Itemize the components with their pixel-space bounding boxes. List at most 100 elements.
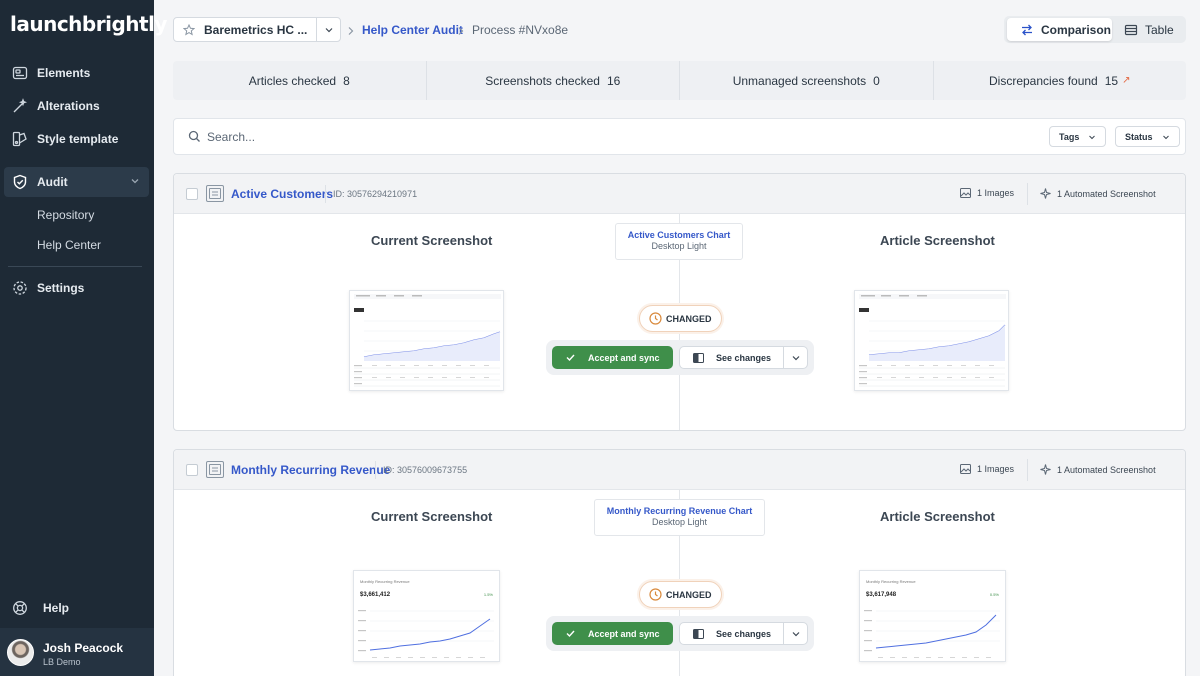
stat-discrepancies-found[interactable]: Discrepancies found 15 ↗	[934, 61, 1187, 100]
stats-bar: Articles checked 8 Screenshots checked 1…	[173, 61, 1186, 100]
status-badge: CHANGED	[639, 305, 722, 332]
article-screenshot-title: Article Screenshot	[880, 233, 995, 248]
clock-icon	[649, 312, 662, 325]
article-screenshot-thumbnail[interactable]: Monthly Recurring Revenue $3,617,948 0.5…	[859, 570, 1006, 662]
article-screenshot-thumbnail[interactable]	[854, 290, 1009, 391]
elements-icon	[11, 64, 29, 82]
sidebar-item-alterations[interactable]: Alterations	[4, 91, 149, 121]
stat-value: 15	[1104, 73, 1119, 88]
user-name: Josh Peacock	[43, 641, 124, 655]
accept-and-sync-button[interactable]: Accept and sync	[552, 622, 673, 645]
see-changes-button[interactable]: See changes	[679, 622, 784, 645]
external-link-icon[interactable]: ↗	[1122, 75, 1130, 86]
accept-label: Accept and sync	[588, 628, 660, 639]
stat-unmanaged-screenshots: Unmanaged screenshots 0	[680, 61, 934, 100]
logo[interactable]: launchbrightly	[10, 12, 167, 36]
current-screenshot-thumbnail[interactable]: Monthly Recurring Revenue $3,661,412 1.5…	[353, 570, 500, 662]
card-header: Monthly Recurring Revenue ID: 3057600967…	[174, 450, 1185, 490]
card-header: Active Customers ID: 30576294210971 1 Im…	[174, 174, 1185, 214]
chart-label: Active Customers Chart Desktop Light	[615, 223, 743, 260]
breadcrumb-current: Process #NVxo8e	[472, 23, 569, 37]
action-group: Accept and sync See changes	[546, 340, 814, 375]
see-changes-dropdown[interactable]	[783, 346, 808, 369]
article-card: Active Customers ID: 30576294210971 1 Im…	[173, 173, 1186, 431]
chevron-down-icon[interactable]	[316, 18, 340, 41]
chevron-down-icon	[1162, 135, 1169, 139]
comparison-view-button[interactable]: Comparison	[1007, 18, 1112, 41]
document-icon	[206, 461, 224, 483]
help-icon	[11, 599, 29, 617]
stat-label: Screenshots checked	[485, 73, 600, 88]
table-label: Table	[1145, 22, 1174, 37]
current-screenshot-thumbnail[interactable]	[349, 290, 504, 391]
check-icon	[566, 354, 575, 362]
style-template-icon	[11, 130, 29, 148]
chart-thumbnail-graphic	[864, 610, 1000, 658]
table-view-button[interactable]: Table	[1116, 18, 1183, 41]
chart-variant: Desktop Light	[651, 241, 707, 251]
status-badge: CHANGED	[639, 581, 722, 608]
breadcrumb-help-center-audit[interactable]: Help Center Audit	[362, 23, 463, 37]
check-icon	[566, 630, 575, 638]
wand-icon	[11, 97, 29, 115]
see-changes-label: See changes	[716, 628, 772, 639]
shield-check-icon	[11, 173, 29, 191]
chevron-down-icon	[792, 631, 799, 636]
stat-articles-checked: Articles checked 8	[173, 61, 427, 100]
sidebar-subitem-repository[interactable]: Repository	[37, 208, 94, 222]
sidebar-divider	[8, 266, 142, 267]
user-menu[interactable]: Josh Peacock LB Demo	[0, 628, 154, 676]
compare-icon	[693, 628, 704, 639]
sparkle-icon	[1040, 188, 1051, 199]
chart-name[interactable]: Monthly Recurring Revenue Chart	[595, 506, 764, 516]
select-checkbox[interactable]	[186, 464, 198, 476]
tags-filter[interactable]: Tags	[1049, 126, 1107, 147]
automated-screenshot-count: 1 Automated Screenshot	[1040, 188, 1156, 199]
article-title-link[interactable]: Active Customers	[231, 187, 333, 201]
see-changes-button[interactable]: See changes	[679, 346, 784, 369]
current-screenshot-title: Current Screenshot	[371, 509, 493, 524]
project-select[interactable]: Baremetrics HC ...	[173, 17, 341, 42]
article-screenshot-title: Article Screenshot	[880, 509, 995, 524]
chevron-right-icon	[346, 24, 356, 42]
see-changes-label: See changes	[716, 352, 772, 363]
sidebar-item-settings[interactable]: Settings	[4, 273, 149, 303]
sidebar-item-label: Settings	[37, 281, 85, 295]
star-icon[interactable]	[174, 23, 204, 36]
sidebar: launchbrightly Elements Alterations Styl…	[0, 0, 167, 676]
sidebar-item-label: Style template	[37, 132, 119, 146]
divider	[1027, 183, 1028, 205]
stat-screenshots-checked: Screenshots checked 16	[427, 61, 680, 100]
article-title-link[interactable]: Monthly Recurring Revenue	[231, 463, 390, 477]
avatar	[7, 639, 34, 666]
chart-thumbnail-graphic	[859, 294, 1006, 387]
chart-name[interactable]: Active Customers Chart	[616, 230, 742, 240]
gear-icon	[11, 279, 29, 297]
view-toggle: Comparison Table	[1004, 16, 1186, 43]
sidebar-item-audit[interactable]: Audit	[4, 167, 149, 197]
images-count: 1 Images	[960, 188, 1014, 198]
chevron-down-icon[interactable]	[129, 175, 141, 190]
sidebar-item-label: Audit	[37, 175, 68, 189]
images-count-label: 1 Images	[977, 464, 1015, 474]
automated-count-label: 1 Automated Screenshot	[1057, 464, 1156, 475]
sidebar-item-elements[interactable]: Elements	[4, 58, 149, 88]
status-filter[interactable]: Status	[1115, 126, 1180, 147]
image-icon	[960, 188, 971, 198]
article-id: ID: 30576009673755	[383, 465, 468, 475]
sidebar-item-help[interactable]: Help	[4, 593, 149, 623]
status-label: CHANGED	[666, 313, 712, 324]
stat-value: 0	[873, 73, 880, 88]
user-org: LB Demo	[43, 657, 81, 667]
select-checkbox[interactable]	[186, 188, 198, 200]
accept-and-sync-button[interactable]: Accept and sync	[552, 346, 673, 369]
tags-filter-label: Tags	[1059, 131, 1080, 142]
sparkle-icon	[1040, 464, 1051, 475]
status-filter-label: Status	[1125, 131, 1153, 142]
search-input[interactable]	[207, 128, 907, 146]
chart-thumbnail-graphic	[358, 610, 494, 658]
sidebar-subitem-help-center[interactable]: Help Center	[37, 238, 101, 252]
sidebar-item-style-template[interactable]: Style template	[4, 124, 149, 154]
chevron-down-icon	[1089, 135, 1096, 139]
see-changes-dropdown[interactable]	[783, 622, 808, 645]
